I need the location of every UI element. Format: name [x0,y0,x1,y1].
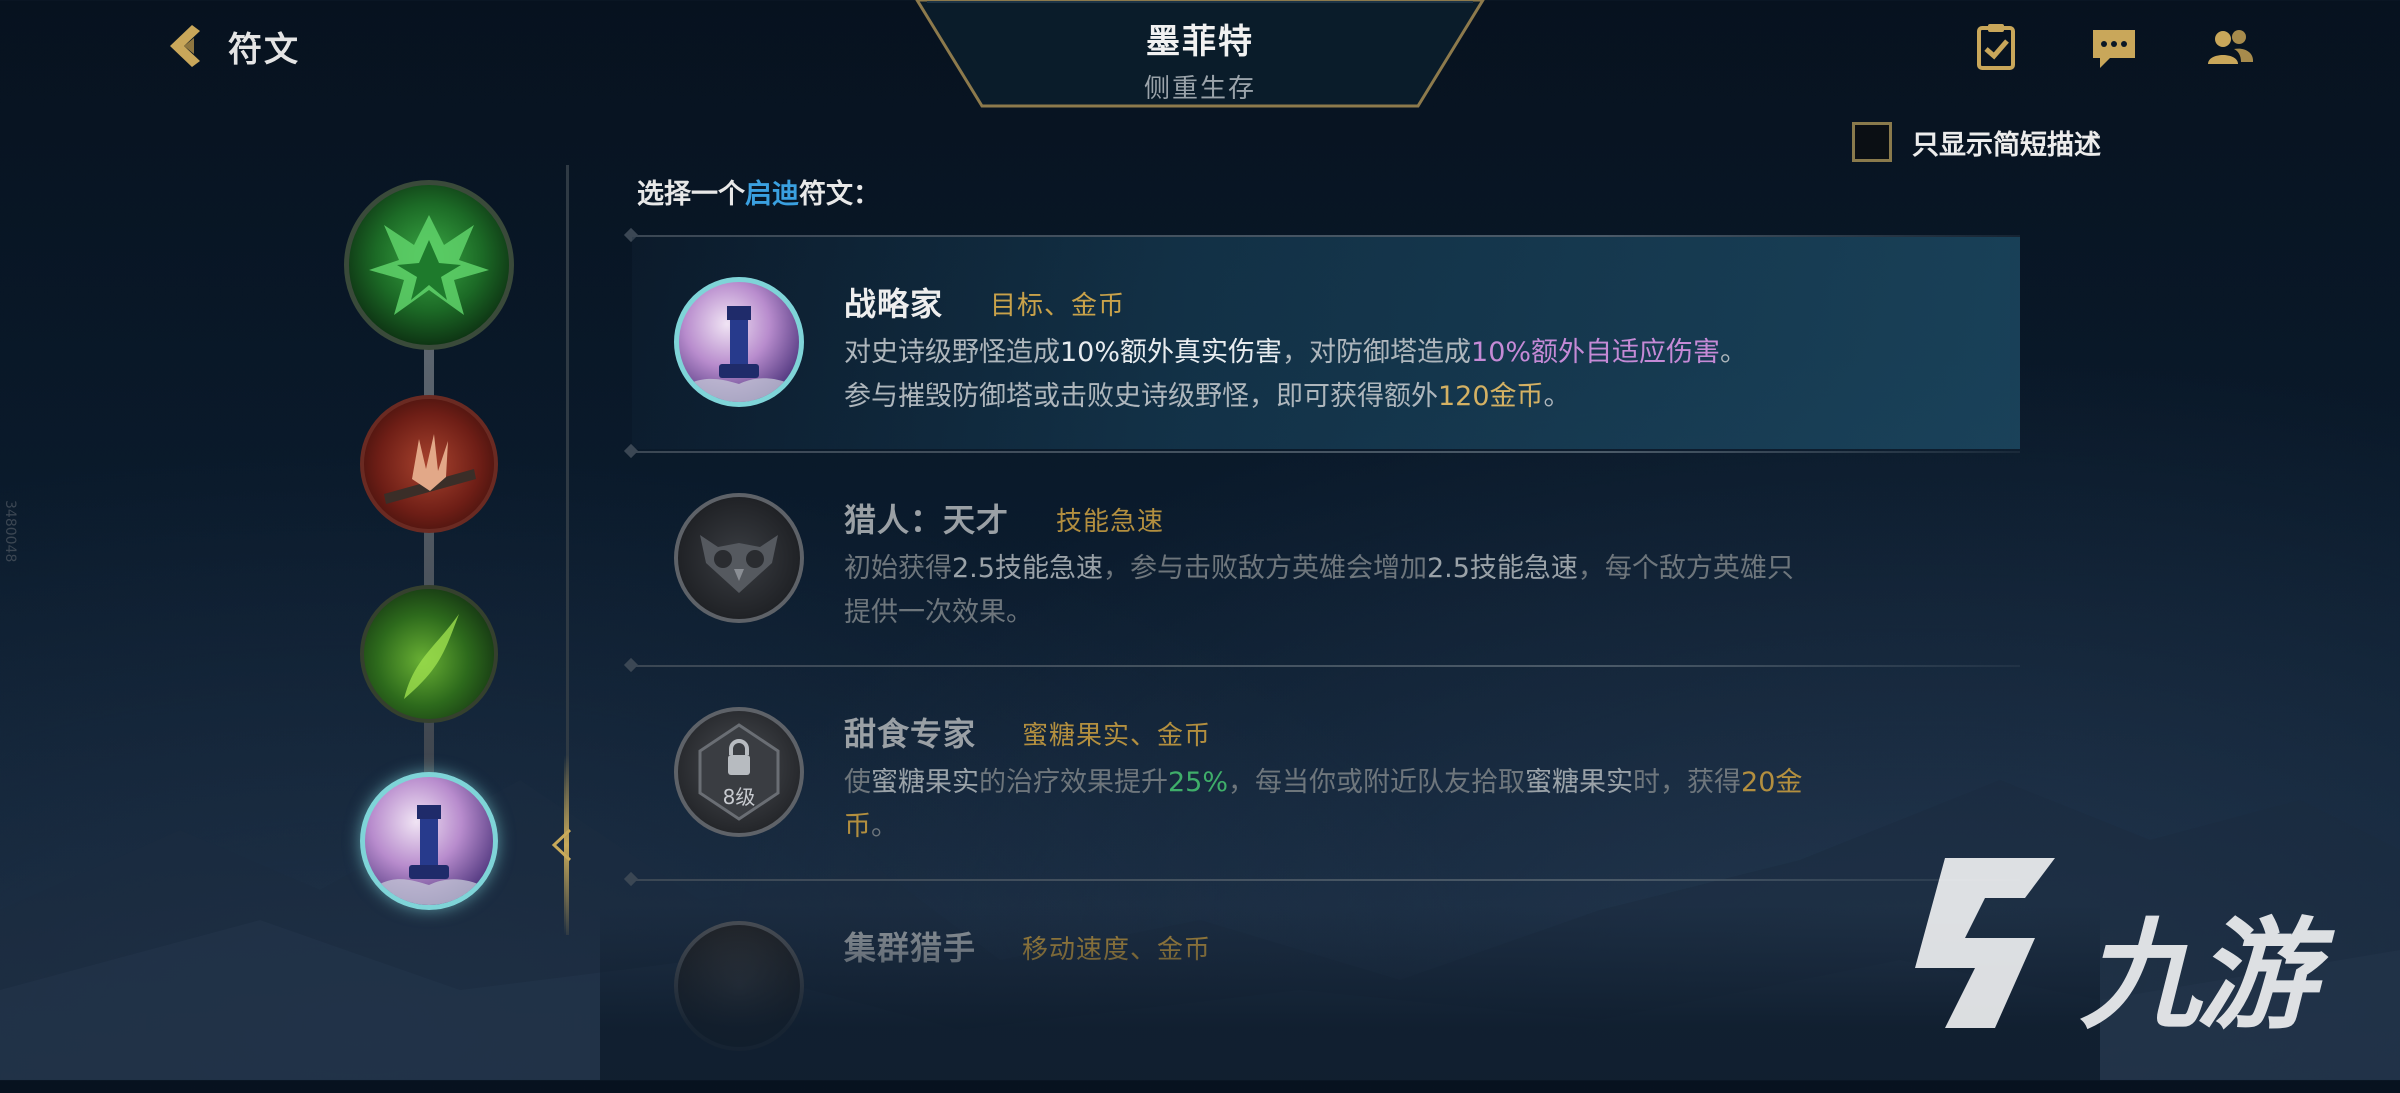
back-label: 符文 [228,29,300,70]
rune-name: 猎人：天才 [844,501,1010,539]
chat-icon[interactable] [2088,22,2140,74]
rune-option-strategist[interactable]: 战略家 目标、金币 对史诗级野怪造成10%额外真实伤害，对防御塔造成10%额外自… [632,237,2020,449]
selection-pointer-icon [551,828,572,862]
rune-option-hunter-genius[interactable]: 猎人：天才 技能急速 初始获得2.5技能急速，参与击败敌方英雄会增加2.5技能急… [632,453,2020,665]
side-code: 3480048 [2,500,18,563]
short-description-label: 只显示简短描述 [1912,129,2101,161]
rune-name: 集群猎手 [844,929,977,967]
rune-description: 初始获得2.5技能急速，参与击败敌方英雄会增加2.5技能急速，每个敌方英雄只提供… [844,553,1794,628]
inspiration-minor-rune-2-icon[interactable] [360,585,498,723]
lock-level-label: 8级 [722,785,756,809]
strategist-rune-path-icon[interactable] [360,772,498,910]
rune-option-sweet-tooth[interactable]: 8级 甜食专家 蜜糖果实、金币 使蜜糖果实的治疗效果提升25%，每当你或附近队友… [632,667,2020,879]
sweet-tooth-locked-icon [674,707,804,837]
inspiration-minor-rune-1-icon[interactable] [360,395,498,533]
rune-name: 甜食专家 [844,715,977,753]
rune-tags: 移动速度、金币 [1022,935,1212,965]
back-button[interactable]: 符文 [158,18,300,74]
watermark-text: 九游 [2080,907,2316,1046]
champion-subtitle: 侧重生存 [1143,74,1256,104]
checklist-icon[interactable] [1970,22,2022,74]
inspiration-keystone-icon[interactable] [344,180,514,350]
friends-icon[interactable] [2204,22,2256,74]
rune-tags: 蜜糖果实、金币 [1022,721,1212,751]
hunter-genius-owl-icon [674,493,804,623]
rune-option-pack-hunter[interactable]: 集群猎手 移动速度、金币 [632,881,2020,1093]
strategist-rune-icon [674,277,804,407]
champion-title-tab: 墨菲特 侧重生存 [915,0,1485,110]
prompt-highlight: 启迪 [745,179,799,210]
rune-tags: 目标、金币 [990,291,1126,321]
pack-hunter-icon [674,921,804,1051]
short-description-toggle[interactable]: 只显示简短描述 [1852,122,2101,162]
champion-name: 墨菲特 [1146,22,1254,62]
selection-prompt: 选择一个启迪符文： [637,179,880,210]
short-description-checkbox[interactable] [1852,122,1892,162]
rune-description: 对史诗级野怪造成10%额外真实伤害，对防御塔造成10%额外自适应伤害。 参与摧毁… [844,337,1748,412]
rune-name: 战略家 [844,285,944,323]
rune-tags: 技能急速 [1056,507,1165,537]
rune-description: 使蜜糖果实的治疗效果提升25%，每当你或附近队友拾取蜜糖果实时，获得20金币。 [844,767,1803,842]
back-arrow-icon [170,25,200,67]
